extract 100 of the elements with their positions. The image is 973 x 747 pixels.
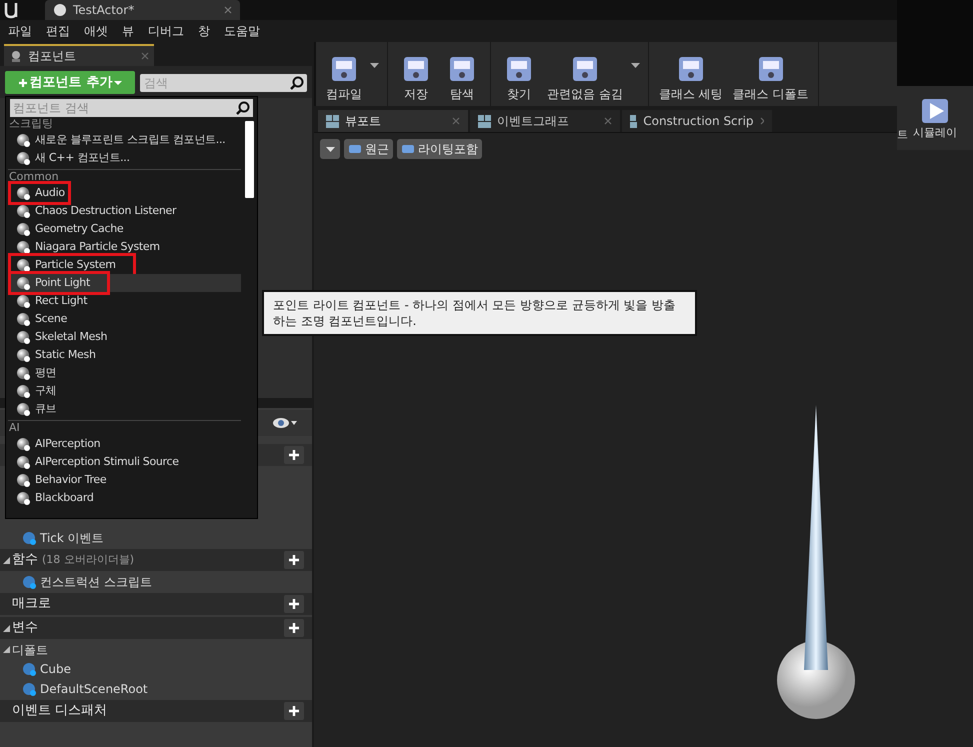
menu-item[interactable]: Chaos Destruction Listener bbox=[8, 202, 241, 220]
component-icon bbox=[16, 455, 30, 469]
list-item[interactable]: 컨스트럭션 스크립트 bbox=[40, 573, 152, 591]
component-icon bbox=[16, 276, 30, 290]
menu-item[interactable]: 새 C++ 컴포넌트... bbox=[8, 149, 241, 167]
add-button[interactable] bbox=[284, 595, 304, 613]
editor-tab[interactable]: 이벤트그래프 bbox=[470, 110, 620, 132]
scrollbar-thumb[interactable] bbox=[245, 121, 254, 198]
component-icon bbox=[16, 186, 30, 200]
add-button[interactable] bbox=[284, 446, 304, 464]
search-field[interactable]: 검색 bbox=[140, 74, 307, 92]
plus-icon bbox=[289, 599, 299, 609]
plus-icon bbox=[289, 555, 299, 565]
caret-icon bbox=[114, 80, 122, 84]
menu-item[interactable]: 편집 bbox=[46, 22, 70, 40]
component-icon bbox=[16, 384, 30, 398]
menu-item[interactable]: Rect Light bbox=[8, 292, 241, 310]
document-tab[interactable]: TestActor* bbox=[45, 0, 240, 20]
component-icon bbox=[16, 294, 30, 308]
visibility-icon bbox=[272, 417, 298, 429]
toolbar-button[interactable]: 탐색 bbox=[442, 53, 482, 103]
component-icon bbox=[16, 437, 30, 451]
section-title[interactable]: 함수 bbox=[12, 550, 38, 570]
component-icon bbox=[16, 151, 30, 165]
toolbar-button[interactable]: 관련없음 숨김 bbox=[545, 53, 625, 103]
list-item[interactable]: Tick 이벤트 bbox=[40, 529, 104, 547]
menu-item[interactable]: 디버그 bbox=[148, 22, 184, 40]
add-button[interactable] bbox=[284, 619, 304, 637]
tab-icon bbox=[326, 114, 339, 128]
toolbar-button[interactable]: 클래스 디폴트 bbox=[730, 53, 810, 103]
category-label[interactable]: 디폴트 bbox=[12, 640, 48, 658]
menu-item[interactable]: Blackboard bbox=[8, 489, 241, 507]
editor-tab[interactable]: 뷰포트 bbox=[318, 110, 468, 132]
toolbar-button[interactable]: 찾기 bbox=[499, 53, 539, 103]
menu-item[interactable]: 도움말 bbox=[224, 22, 260, 40]
component-icon bbox=[16, 348, 30, 362]
blueprint-item-icon bbox=[22, 531, 36, 545]
tab-icon bbox=[630, 114, 638, 128]
toolbar-button[interactable]: 컴파일 bbox=[324, 53, 364, 103]
list-item[interactable]: Cube bbox=[40, 660, 71, 678]
component-icon bbox=[16, 312, 30, 326]
list-item[interactable]: DefaultSceneRoot bbox=[40, 680, 148, 698]
menu-item[interactable]: Audio bbox=[8, 184, 241, 202]
menu-item[interactable]: 큐브 bbox=[8, 400, 241, 418]
section-count: (18 오버라이더블) bbox=[42, 552, 134, 568]
component-icon bbox=[16, 258, 30, 272]
toolbar-button[interactable]: 저장 bbox=[396, 53, 436, 103]
plus-icon bbox=[289, 706, 299, 716]
component-icon bbox=[16, 366, 30, 380]
component-icon bbox=[16, 222, 30, 236]
menu-item[interactable]: Niagara Particle System bbox=[8, 238, 241, 256]
component-icon bbox=[16, 473, 30, 487]
component-icon bbox=[16, 402, 30, 416]
editor-tab[interactable]: Construction Scrip bbox=[622, 110, 772, 132]
menu-item[interactable]: 평면 bbox=[8, 364, 241, 382]
panel-tab[interactable]: 컴포넌트 bbox=[4, 44, 154, 66]
tab-title: TestActor* bbox=[73, 2, 136, 19]
tab-title: 이벤트그래프 bbox=[497, 113, 570, 130]
blueprint-item-icon bbox=[22, 682, 36, 696]
menu-item[interactable]: AIPerception bbox=[8, 435, 241, 453]
tab-title: 컴포넌트 bbox=[28, 48, 77, 65]
menu-item[interactable]: 새로운 블루프린트 스크립트 컴포넌트... bbox=[8, 131, 241, 149]
simulate-button[interactable]: 시뮬레이 bbox=[913, 94, 957, 142]
plus-icon bbox=[289, 623, 299, 633]
engine-logo-icon bbox=[4, 0, 20, 20]
menu-item[interactable]: 파일 bbox=[8, 22, 32, 40]
viewport-button[interactable]: 원근 bbox=[344, 139, 393, 159]
menu-item[interactable]: Geometry Cache bbox=[8, 220, 241, 238]
menu-item[interactable]: Static Mesh bbox=[8, 346, 241, 364]
menu-item[interactable]: 애셋 bbox=[84, 22, 108, 40]
search-icon bbox=[236, 101, 250, 115]
section-title[interactable]: 변수 bbox=[12, 618, 38, 638]
section-title[interactable]: 매크로 bbox=[12, 594, 51, 614]
tab-icon bbox=[478, 114, 491, 128]
viewport-button[interactable]: 라이팅포함 bbox=[397, 139, 482, 159]
component-icon bbox=[16, 330, 30, 344]
expanded-arrow-icon bbox=[3, 646, 10, 653]
tab-title: Construction Scrip bbox=[643, 113, 754, 130]
component-icon bbox=[9, 49, 23, 63]
plus-icon bbox=[18, 78, 28, 88]
add-button[interactable] bbox=[284, 551, 304, 569]
component-icon bbox=[16, 240, 30, 254]
component-icon bbox=[16, 204, 30, 218]
component-search-field[interactable]: 컴포넌트 검색 bbox=[10, 99, 253, 117]
viewport-options-button[interactable] bbox=[320, 139, 340, 159]
toolbar-button[interactable]: 클래스 세팅 bbox=[656, 53, 725, 103]
add-button[interactable] bbox=[284, 702, 304, 720]
menu-item[interactable]: Skeletal Mesh bbox=[8, 328, 241, 346]
menu-item[interactable]: 뷰 bbox=[122, 22, 134, 40]
menu-item[interactable]: 창 bbox=[198, 22, 210, 40]
blueprint-item-icon bbox=[22, 575, 36, 589]
component-icon bbox=[16, 133, 30, 147]
menu-item[interactable]: AIPerception Stimuli Source bbox=[8, 453, 241, 471]
menu-item[interactable]: Point Light bbox=[8, 274, 241, 292]
component-icon bbox=[16, 491, 30, 505]
menu-item[interactable]: 구체 bbox=[8, 382, 241, 400]
menu-item[interactable]: Behavior Tree bbox=[8, 471, 241, 489]
menu-item[interactable]: Scene bbox=[8, 310, 241, 328]
caret-icon bbox=[326, 146, 334, 152]
tooltip: 포인트 라이트 컴포넌트 - 하나의 점에서 모든 방향으로 균등하게 빛을 방출하는 조명 컴포넌트입니다. bbox=[262, 290, 697, 336]
